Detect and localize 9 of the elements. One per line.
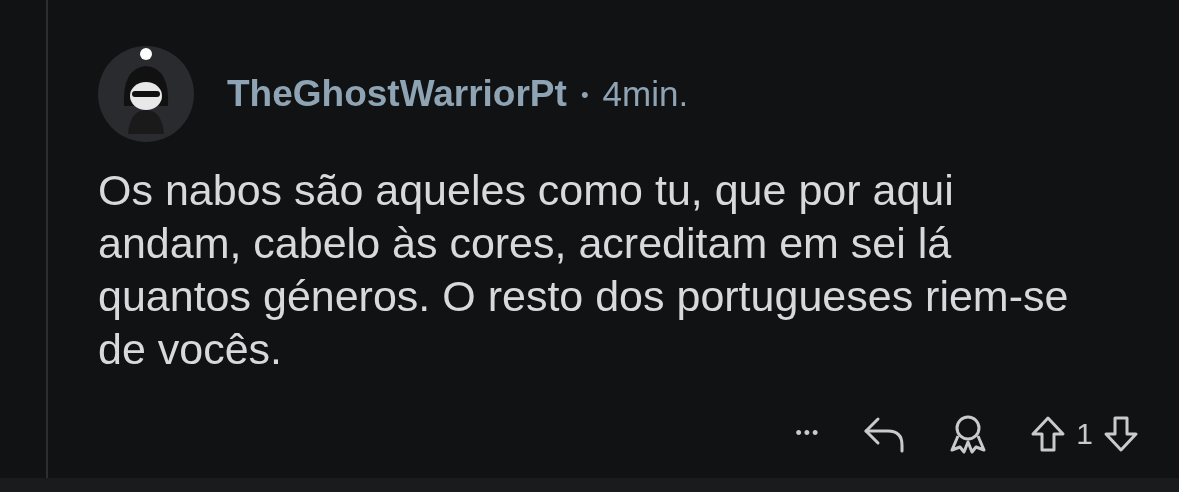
comment-text: Os nabos são aqueles como tu, que por aqui andam, cabelo às cores, acreditam em sei lá quantos géneros. O resto dos portugueses riem-se de vocês. <box>98 165 1070 375</box>
vote-count: 1 <box>1076 416 1093 452</box>
timestamp: 4min. <box>602 72 689 115</box>
upvote-icon[interactable] <box>1030 414 1067 453</box>
username[interactable]: TheGhostWarriorPt <box>227 66 567 122</box>
separator-dot: • <box>580 80 589 109</box>
avatar-icon[interactable] <box>98 46 194 142</box>
downvote-icon[interactable] <box>1103 414 1139 453</box>
more-button[interactable]: ••• <box>795 420 821 447</box>
